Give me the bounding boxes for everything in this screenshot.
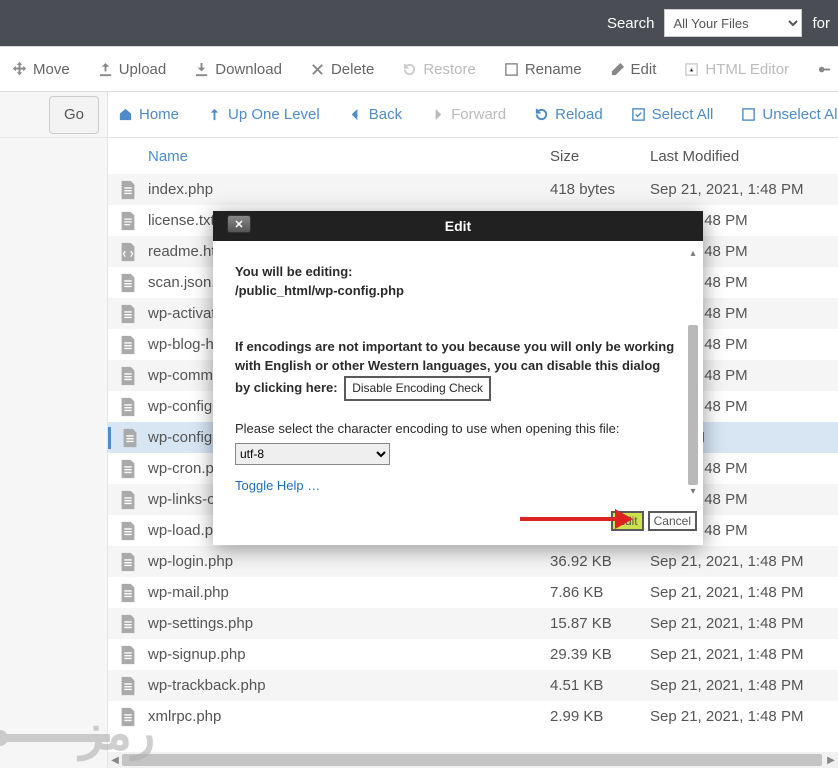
restore-button[interactable]: Restore	[402, 61, 476, 78]
file-icon	[117, 365, 139, 387]
dialog-scrollbar[interactable]: ▴▾	[688, 249, 698, 497]
file-name: index.php	[148, 181, 550, 198]
html-editor-button[interactable]: HTML Editor	[684, 61, 789, 78]
file-size: 29.39 KB	[550, 646, 650, 663]
file-size: 418 bytes	[550, 181, 650, 198]
file-modified: Sep 21, 2021, 1:48 PM	[650, 181, 838, 198]
file-name: wp-settings.php	[148, 615, 550, 632]
back-button[interactable]: Back	[348, 106, 402, 123]
file-name: wp-login.php	[148, 553, 550, 570]
table-row[interactable]: wp-trackback.php4.51 KBSep 21, 2021, 1:4…	[108, 670, 838, 701]
go-button[interactable]: Go	[49, 96, 99, 134]
rename-button[interactable]: Rename	[504, 61, 582, 78]
dialog-title: Edit	[445, 218, 471, 234]
file-name: xmlrpc.php	[148, 708, 550, 725]
select-encoding-label: Please select the character encoding to …	[235, 420, 675, 439]
file-modified: Sep 21, 2021, 1:48 PM	[650, 553, 838, 570]
dialog-header: ✕ Edit	[213, 211, 703, 241]
table-header: Name Size Last Modified	[108, 138, 838, 174]
file-icon	[117, 613, 139, 635]
file-size: 2.99 KB	[550, 708, 650, 725]
col-modified[interactable]: Last Modified	[650, 148, 838, 165]
search-for-label: for	[812, 15, 830, 32]
encoding-select[interactable]: utf-8	[235, 443, 390, 465]
file-name: wp-signup.php	[148, 646, 550, 663]
file-icon	[117, 303, 139, 325]
table-row[interactable]: wp-signup.php29.39 KBSep 21, 2021, 1:48 …	[108, 639, 838, 670]
file-size: 7.86 KB	[550, 584, 650, 601]
file-size: 15.87 KB	[550, 615, 650, 632]
table-row[interactable]: wp-settings.php15.87 KBSep 21, 2021, 1:4…	[108, 608, 838, 639]
file-icon	[117, 644, 139, 666]
scroll-right-icon[interactable]: ▶	[824, 752, 838, 768]
main-toolbar: Move Upload Download Delete Restore Rena…	[0, 46, 838, 92]
scrollbar-thumb[interactable]	[122, 754, 822, 766]
search-label: Search	[607, 15, 655, 32]
top-search-bar: Search All Your Files for	[0, 0, 838, 46]
sidebar: Go	[0, 92, 108, 768]
file-modified: Sep 21, 2021, 1:48 PM	[650, 615, 838, 632]
file-icon	[117, 396, 139, 418]
file-icon	[117, 582, 139, 604]
unselect-all-button[interactable]: Unselect All	[741, 106, 838, 123]
download-button[interactable]: Download	[194, 61, 282, 78]
toggle-help-link[interactable]: Toggle Help …	[235, 477, 320, 496]
nav-toolbar: Home Up One Level Back Forward Reload Se…	[108, 92, 838, 138]
disable-encoding-check-button[interactable]: Disable Encoding Check	[344, 376, 491, 401]
file-icon	[117, 520, 139, 542]
editing-path: /public_html/wp-config.php	[235, 283, 404, 298]
reload-button[interactable]: Reload	[534, 106, 603, 123]
file-modified: Sep 21, 2021, 1:48 PM	[650, 677, 838, 694]
file-icon	[119, 427, 141, 449]
file-icon	[117, 458, 139, 480]
file-modified: Sep 21, 2021, 1:48 PM	[650, 708, 838, 725]
file-icon	[117, 179, 139, 201]
file-icon	[117, 210, 139, 232]
file-icon	[117, 241, 139, 263]
editing-label: You will be editing:	[235, 264, 352, 279]
upload-button[interactable]: Upload	[98, 61, 167, 78]
col-size[interactable]: Size	[550, 148, 650, 165]
file-modified: Sep 21, 2021, 1:48 PM	[650, 646, 838, 663]
forward-button[interactable]: Forward	[430, 106, 506, 123]
up-one-level-button[interactable]: Up One Level	[207, 106, 320, 123]
dialog-body: ▴▾ You will be editing: /public_html/wp-…	[213, 241, 703, 505]
file-icon	[117, 489, 139, 511]
file-icon	[117, 272, 139, 294]
watermark-logo: رمز	[0, 694, 170, 764]
file-icon	[117, 334, 139, 356]
file-name: wp-mail.php	[148, 584, 550, 601]
select-all-button[interactable]: Select All	[631, 106, 714, 123]
edit-button[interactable]: Edit	[610, 61, 657, 78]
file-modified: Sep 21, 2021, 1:48 PM	[650, 584, 838, 601]
file-name: wp-trackback.php	[148, 677, 550, 694]
move-button[interactable]: Move	[12, 61, 70, 78]
col-name[interactable]: Name	[148, 148, 550, 165]
delete-button[interactable]: Delete	[310, 61, 374, 78]
search-scope-select[interactable]: All Your Files	[664, 9, 802, 37]
horizontal-scrollbar[interactable]: ◀ ▶	[108, 752, 838, 768]
dialog-cancel-button[interactable]: Cancel	[648, 511, 697, 531]
home-button[interactable]: Home	[118, 106, 179, 123]
dialog-button-row: Edit Cancel	[213, 505, 703, 545]
table-row[interactable]: xmlrpc.php2.99 KBSep 21, 2021, 1:48 PM	[108, 701, 838, 732]
file-size: 4.51 KB	[550, 677, 650, 694]
permissions-button[interactable]: Permiss	[817, 61, 838, 78]
table-row[interactable]: wp-mail.php7.86 KBSep 21, 2021, 1:48 PM	[108, 577, 838, 608]
file-icon	[117, 551, 139, 573]
annotation-arrow	[520, 509, 633, 529]
table-row[interactable]: wp-login.php36.92 KBSep 21, 2021, 1:48 P…	[108, 546, 838, 577]
dialog-close-button[interactable]: ✕	[227, 215, 251, 233]
edit-dialog: ✕ Edit ▴▾ You will be editing: /public_h…	[213, 211, 703, 545]
table-row[interactable]: index.php418 bytesSep 21, 2021, 1:48 PM	[108, 174, 838, 205]
file-size: 36.92 KB	[550, 553, 650, 570]
